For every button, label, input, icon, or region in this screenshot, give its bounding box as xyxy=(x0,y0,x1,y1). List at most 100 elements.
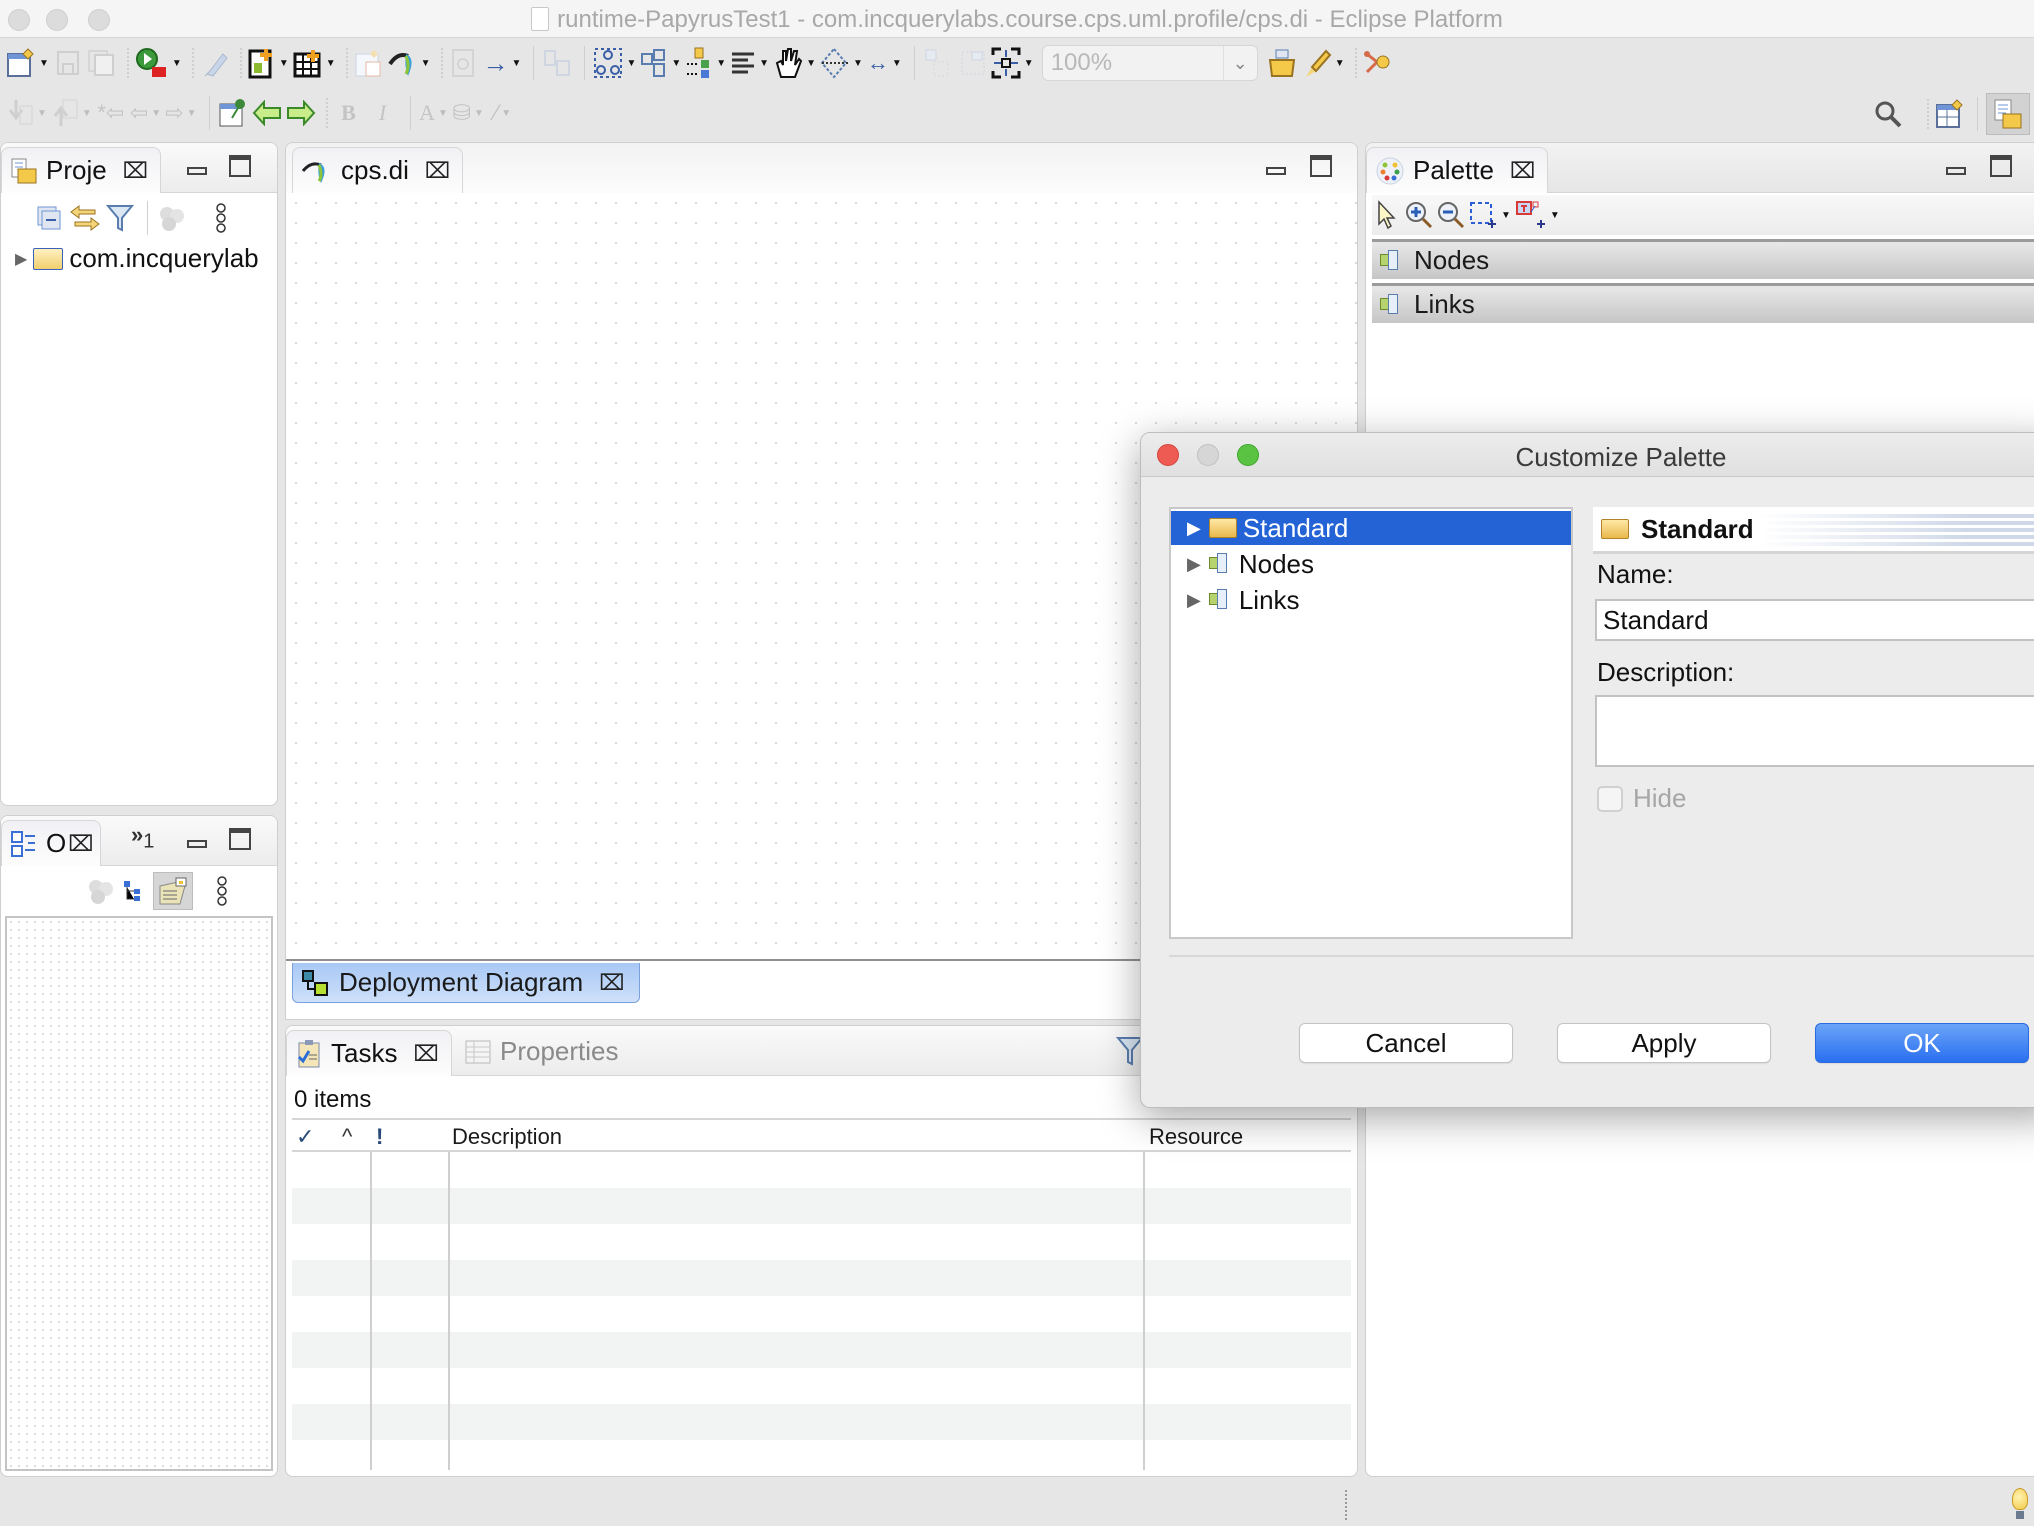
run-button[interactable]: ▼ xyxy=(135,46,182,80)
save-button[interactable] xyxy=(53,46,83,80)
tab-properties[interactable]: Properties xyxy=(464,1036,619,1067)
align-button[interactable]: ▼ xyxy=(685,46,726,80)
column-header-resource[interactable]: Resource xyxy=(1149,1124,1243,1150)
column-divider[interactable] xyxy=(370,1152,372,1470)
status-bar-grip[interactable] xyxy=(1345,1490,1347,1520)
search-button[interactable] xyxy=(1873,97,1903,131)
previous-annotation-button[interactable]: ▼ xyxy=(51,96,92,130)
model-button[interactable] xyxy=(1363,46,1393,80)
description-input[interactable] xyxy=(1595,695,2034,767)
maximize-button[interactable] xyxy=(229,828,251,856)
tree-item-links[interactable]: ▶ Links xyxy=(1171,583,1571,617)
bold-button[interactable]: B xyxy=(334,96,364,130)
tab-tasks[interactable]: Tasks ⌧ xyxy=(286,1030,452,1076)
filter-button[interactable] xyxy=(105,201,135,235)
tree-view-button[interactable] xyxy=(119,874,149,908)
font-color-button[interactable]: A ▼ xyxy=(419,96,449,130)
route-button[interactable]: ▼ xyxy=(820,46,863,80)
maximize-button[interactable] xyxy=(1310,155,1332,183)
minimize-button[interactable] xyxy=(187,828,207,854)
edit-button[interactable] xyxy=(200,46,230,80)
new-table-button[interactable]: ▼ xyxy=(293,46,336,80)
outline-overview-canvas[interactable] xyxy=(5,916,273,1471)
history-forward-button[interactable] xyxy=(286,96,316,130)
column-header-priority-sort[interactable]: ^ xyxy=(342,1124,352,1150)
cancel-button[interactable]: Cancel xyxy=(1299,1023,1513,1063)
snap-button[interactable] xyxy=(923,46,953,80)
new-diagram-button[interactable]: ▼ xyxy=(248,46,289,80)
tree-item-standard[interactable]: ▶ Standard xyxy=(1171,511,1571,545)
next-annotation-button[interactable]: ▼ xyxy=(6,96,47,130)
expand-arrow-icon[interactable]: ▶ xyxy=(1187,590,1201,611)
forward-button[interactable]: ⇨ ▼ xyxy=(165,96,196,130)
refresh-button[interactable] xyxy=(449,46,479,80)
italic-button[interactable]: I xyxy=(368,96,398,130)
hide-checkbox[interactable]: Hide xyxy=(1597,783,1686,814)
palette-drawer-links[interactable]: Links xyxy=(1372,283,2034,323)
maximize-button[interactable] xyxy=(1990,155,2012,183)
pin-editor-button[interactable] xyxy=(218,96,248,130)
zoom-in-tool[interactable] xyxy=(1404,198,1434,232)
open-perspective-button[interactable] xyxy=(1935,97,1965,131)
apply-button[interactable]: Apply xyxy=(1557,1023,1771,1063)
close-icon[interactable]: ⌧ xyxy=(425,158,450,184)
view-menu-button[interactable] xyxy=(207,874,237,908)
close-icon[interactable]: ⌧ xyxy=(599,970,624,996)
resource-perspective-button[interactable] xyxy=(1986,93,2030,135)
open-button[interactable] xyxy=(1268,46,1298,80)
history-back-button[interactable] xyxy=(252,96,282,130)
marquee-tool[interactable]: ▼ xyxy=(1468,198,1511,232)
name-input[interactable] xyxy=(1595,599,2034,641)
minimize-button[interactable] xyxy=(187,155,207,181)
column-header-priority[interactable]: ! xyxy=(376,1124,383,1150)
new-wizard-button[interactable]: ▼ xyxy=(6,46,49,80)
maximize-button[interactable] xyxy=(229,155,251,183)
overview-button[interactable] xyxy=(153,872,193,910)
column-header-completed[interactable]: ✓ xyxy=(296,1124,314,1150)
expand-arrow-icon[interactable]: ▶ xyxy=(15,249,27,269)
close-icon[interactable]: ⌧ xyxy=(123,158,148,184)
grid-button[interactable] xyxy=(957,46,987,80)
fill-color-button[interactable]: ⛁ ▼ xyxy=(453,96,484,130)
link-with-editor-button[interactable] xyxy=(69,201,101,235)
new-sheet-button[interactable] xyxy=(354,46,384,80)
minimize-button[interactable] xyxy=(1946,155,1966,181)
papyrus-button[interactable]: ▼ xyxy=(387,46,431,80)
zoom-combo[interactable]: 100% ⌄ xyxy=(1041,45,1258,81)
minimize-button[interactable] xyxy=(1266,155,1286,181)
expand-arrow-icon[interactable]: ▶ xyxy=(1187,518,1201,539)
tab-outline[interactable]: O ⌧ xyxy=(1,820,101,866)
close-icon[interactable]: ⌧ xyxy=(413,1041,438,1067)
back-button[interactable]: ⇦ ▼ xyxy=(130,96,161,130)
format-painter-button[interactable]: ▼ xyxy=(1302,46,1345,80)
expand-arrow-icon[interactable]: ▶ xyxy=(1187,554,1201,575)
tab-cps-di[interactable]: cps.di ⌧ xyxy=(292,147,464,193)
layout-button[interactable] xyxy=(542,46,572,80)
checkbox-box[interactable] xyxy=(1597,785,1623,812)
tree-item-project[interactable]: ▶ com.incquerylab xyxy=(15,243,259,274)
tab-deployment-diagram[interactable]: Deployment Diagram ⌧ xyxy=(292,963,640,1003)
tab-project-explorer[interactable]: Proje ⌧ xyxy=(1,147,162,193)
overflow-tabs-button[interactable]: »1 xyxy=(131,822,154,853)
sync-button[interactable] xyxy=(85,874,115,908)
size-button[interactable]: ↔ ▼ xyxy=(867,46,902,80)
ok-button[interactable]: OK xyxy=(1815,1023,2029,1063)
connector-button[interactable]: → ▼ xyxy=(483,46,522,80)
close-icon[interactable]: ⌧ xyxy=(1510,158,1535,184)
line-color-button[interactable]: ⁄ ▼ xyxy=(488,96,518,130)
zoom-out-tool[interactable] xyxy=(1436,198,1466,232)
save-all-button[interactable] xyxy=(87,46,117,80)
tree-item-nodes[interactable]: ▶ Nodes xyxy=(1171,547,1571,581)
column-header-description[interactable]: Description xyxy=(452,1124,562,1150)
palette-drawer-nodes[interactable]: Nodes xyxy=(1372,239,2034,279)
sync-button[interactable] xyxy=(156,201,186,235)
collapse-all-button[interactable] xyxy=(35,201,65,235)
tab-palette[interactable]: Palette ⌧ xyxy=(1366,147,1549,193)
chevron-down-icon[interactable]: ⌄ xyxy=(1222,46,1257,80)
fit-button[interactable]: ▼ xyxy=(991,46,1034,80)
select-tool[interactable] xyxy=(1372,198,1402,232)
palette-entries-tree[interactable]: ▶ Standard ▶ Nodes ▶ Links xyxy=(1169,507,1573,939)
view-menu-button[interactable] xyxy=(206,201,236,235)
lightbulb-icon[interactable] xyxy=(2012,1488,2028,1519)
column-divider[interactable] xyxy=(1143,1152,1145,1470)
